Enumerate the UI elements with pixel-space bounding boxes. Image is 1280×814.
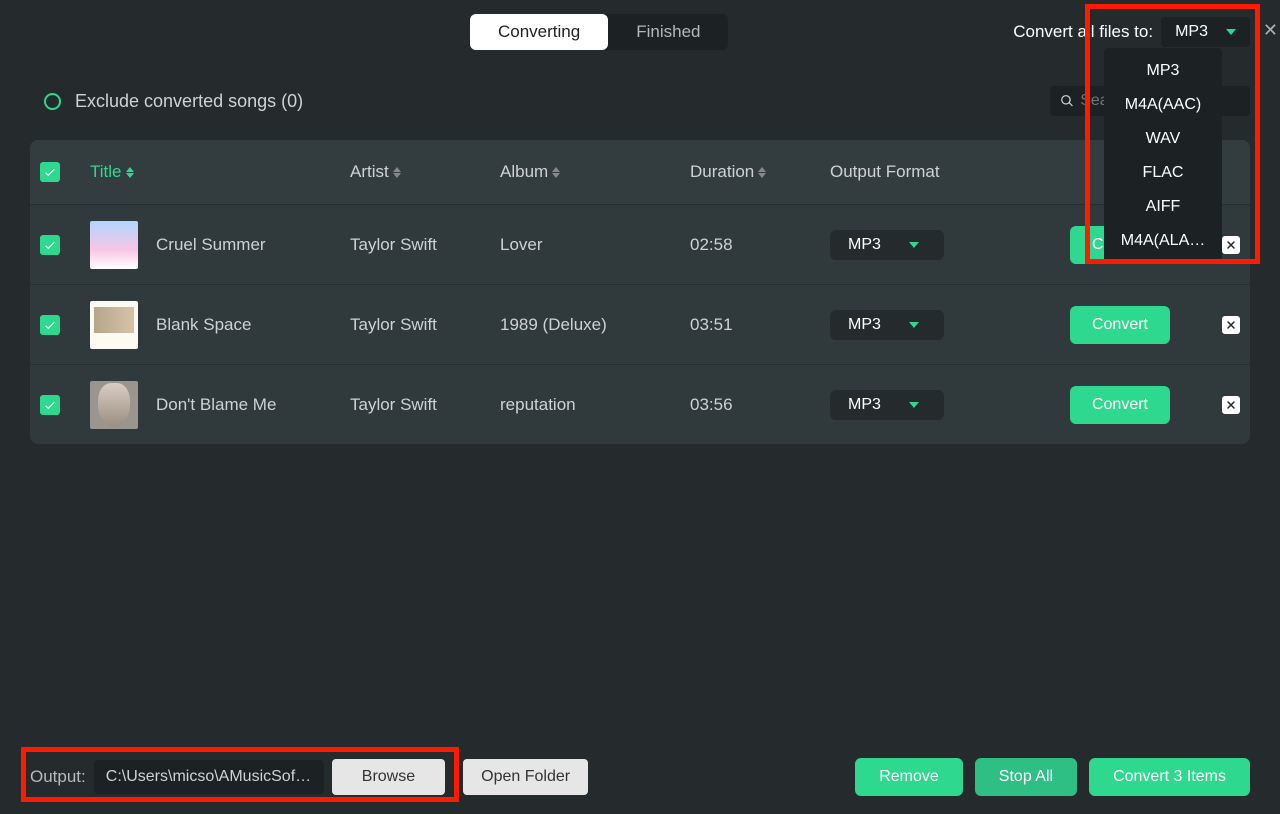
row-format-select[interactable]: MP3 <box>830 230 944 260</box>
col-title[interactable]: Title <box>90 162 350 182</box>
convert-button[interactable]: Convert <box>1070 386 1170 424</box>
format-selected-value: MP3 <box>1175 23 1208 41</box>
title-cell: Don't Blame Me <box>90 381 350 429</box>
chevron-down-icon <box>909 402 919 408</box>
convert-all-container: Convert all files to: MP3 <box>1013 17 1250 47</box>
sort-icon <box>758 167 766 178</box>
title-text: Don't Blame Me <box>156 395 276 415</box>
artist-text: Taylor Swift <box>350 235 500 255</box>
chevron-down-icon <box>909 322 919 328</box>
sort-icon <box>126 167 134 178</box>
select-all-checkbox[interactable] <box>40 162 60 182</box>
duration-text: 02:58 <box>690 235 830 255</box>
col-artist[interactable]: Artist <box>350 162 500 182</box>
chevron-down-icon <box>909 242 919 248</box>
album-art <box>90 301 138 349</box>
header: Converting Finished Convert all files to… <box>30 0 1250 86</box>
title-text: Blank Space <box>156 315 251 335</box>
row-format-select[interactable]: MP3 <box>830 310 944 340</box>
col-output-format: Output Format <box>830 162 1060 182</box>
artist-text: Taylor Swift <box>350 395 500 415</box>
chevron-down-icon <box>1226 29 1236 35</box>
format-select[interactable]: MP3 <box>1161 17 1250 47</box>
exclude-label: Exclude converted songs (0) <box>75 91 303 112</box>
browse-button[interactable]: Browse <box>332 759 445 795</box>
format-option[interactable]: FLAC <box>1104 156 1222 190</box>
close-icon[interactable]: ✕ <box>1263 20 1278 41</box>
subheader: Exclude converted songs (0) <box>30 86 1250 140</box>
songs-table: Title Artist Album Duration Output Forma… <box>30 140 1250 444</box>
duration-text: 03:51 <box>690 315 830 335</box>
table-head: Title Artist Album Duration Output Forma… <box>30 140 1250 204</box>
tab-group: Converting Finished <box>470 14 728 50</box>
format-dropdown: MP3 M4A(AAC) WAV FLAC AIFF M4A(ALA… <box>1104 48 1222 264</box>
actions-group: Remove Stop All Convert 3 Items <box>855 758 1250 796</box>
sort-icon <box>552 167 560 178</box>
output-label: Output: <box>30 767 86 787</box>
row-checkbox[interactable] <box>40 395 60 415</box>
row-checkbox[interactable] <box>40 315 60 335</box>
title-cell: Cruel Summer <box>90 221 350 269</box>
remove-row-button[interactable] <box>1222 316 1240 334</box>
col-album[interactable]: Album <box>500 162 690 182</box>
title-text: Cruel Summer <box>156 235 266 255</box>
album-text: Lover <box>500 235 690 255</box>
format-option[interactable]: AIFF <box>1104 190 1222 224</box>
table-row: Blank Space Taylor Swift 1989 (Deluxe) 0… <box>30 284 1250 364</box>
circle-icon <box>44 93 61 110</box>
format-option[interactable]: MP3 <box>1104 54 1222 88</box>
open-folder-button[interactable]: Open Folder <box>463 759 588 795</box>
format-option[interactable]: M4A(AAC) <box>1104 88 1222 122</box>
album-art <box>90 381 138 429</box>
search-icon <box>1060 93 1074 109</box>
table-row: Don't Blame Me Taylor Swift reputation 0… <box>30 364 1250 444</box>
row-checkbox[interactable] <box>40 235 60 255</box>
stop-all-button[interactable]: Stop All <box>975 758 1077 796</box>
title-cell: Blank Space <box>90 301 350 349</box>
album-text: reputation <box>500 395 690 415</box>
output-group: Output: C:\Users\micso\AMusicSoft\… Brow… <box>30 759 588 795</box>
convert-all-label: Convert all files to: <box>1013 22 1153 42</box>
table-row: Cruel Summer Taylor Swift Lover 02:58 MP… <box>30 204 1250 284</box>
row-format-select[interactable]: MP3 <box>830 390 944 420</box>
col-duration[interactable]: Duration <box>690 162 830 182</box>
exclude-toggle[interactable]: Exclude converted songs (0) <box>44 91 303 112</box>
convert-button[interactable]: Convert <box>1070 306 1170 344</box>
remove-button[interactable]: Remove <box>855 758 963 796</box>
output-path[interactable]: C:\Users\micso\AMusicSoft\… <box>94 760 324 794</box>
convert-all-button[interactable]: Convert 3 Items <box>1089 758 1250 796</box>
tab-finished[interactable]: Finished <box>608 14 728 50</box>
footer: Output: C:\Users\micso\AMusicSoft\… Brow… <box>30 738 1250 796</box>
tab-converting[interactable]: Converting <box>470 14 608 50</box>
duration-text: 03:56 <box>690 395 830 415</box>
album-art <box>90 221 138 269</box>
sort-icon <box>393 167 401 178</box>
remove-row-button[interactable] <box>1222 396 1240 414</box>
album-text: 1989 (Deluxe) <box>500 315 690 335</box>
artist-text: Taylor Swift <box>350 315 500 335</box>
format-option[interactable]: WAV <box>1104 122 1222 156</box>
remove-row-button[interactable] <box>1222 236 1240 254</box>
format-option[interactable]: M4A(ALA… <box>1104 224 1222 258</box>
